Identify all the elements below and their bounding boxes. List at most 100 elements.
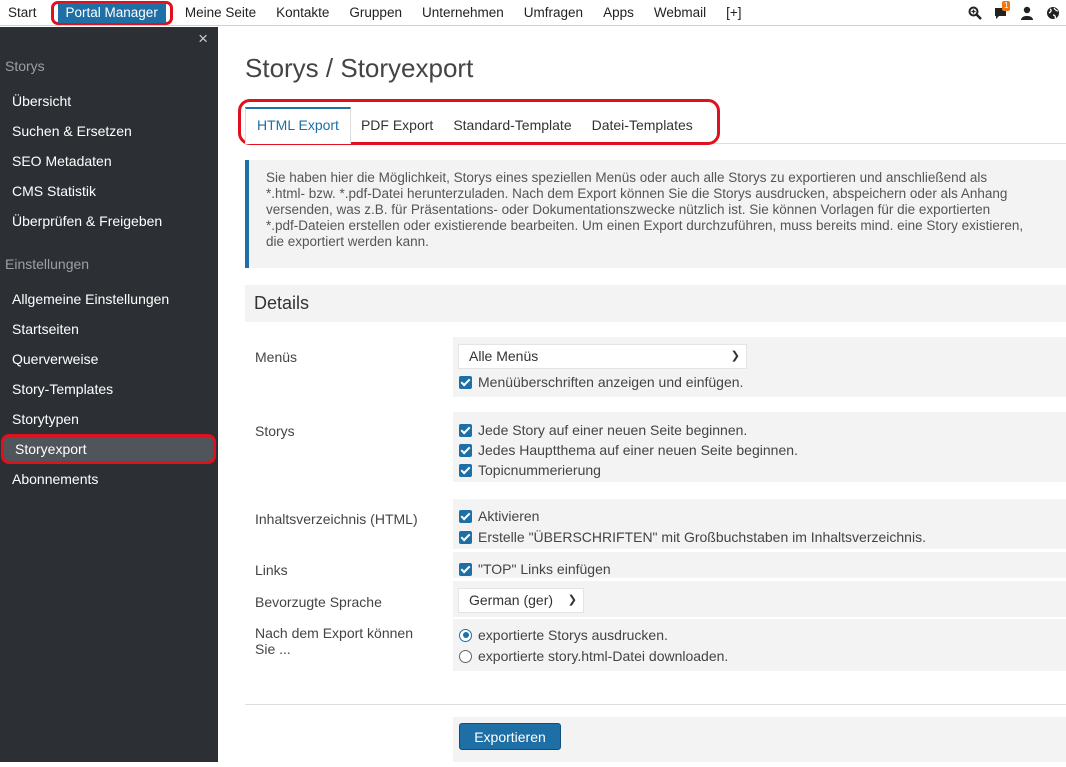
details-heading: Details: [245, 285, 1066, 322]
page-title: Storys / Storyexport: [245, 53, 474, 83]
sidebar-item-ueberpruefen[interactable]: Überprüfen & Freigeben: [0, 206, 218, 236]
tab-bar: HTML Export PDF Export Standard-Template…: [238, 99, 1066, 145]
sidebar-item-abonnements[interactable]: Abonnements: [0, 464, 218, 494]
menus-label: Menüs: [255, 349, 298, 365]
exportieren-button[interactable]: Exportieren: [459, 723, 561, 750]
after-export-label-line: Nach dem Export können: [255, 625, 413, 641]
form-divider: [245, 704, 1066, 705]
checkbox-checked[interactable]: [459, 423, 472, 437]
info-line: versenden, was z.B. für Präsentations- o…: [266, 202, 991, 217]
sidebar-item-startseiten[interactable]: Startseiten: [0, 314, 218, 344]
radio-row-download[interactable]: exportierte story.html-Datei downloaden.: [453, 646, 728, 666]
links-checkbox-row[interactable]: "TOP" Links einfügen: [453, 559, 611, 579]
globe-icon[interactable]: [1046, 6, 1060, 20]
tab-datei-templates[interactable]: Datei-Templates: [582, 107, 703, 143]
info-line: Sie haben hier die Möglichkeit, Storys e…: [266, 170, 988, 185]
sidebar-item-suchen-ersetzen[interactable]: Suchen & Ersetzen: [0, 116, 218, 146]
info-line: *.html- bzw. *.pdf-Datei herunterzuladen…: [266, 186, 1008, 201]
after-export-label: Nach dem Export können Sie ...: [255, 625, 413, 657]
tab-pdf-export[interactable]: PDF Export: [351, 107, 443, 143]
language-label: Bevorzugte Sprache: [255, 594, 382, 610]
nav-umfragen[interactable]: Umfragen: [514, 0, 593, 26]
nav-apps[interactable]: Apps: [593, 0, 644, 26]
menus-select-value: Alle Menüs: [469, 348, 539, 364]
radio-selected[interactable]: [459, 628, 472, 642]
nav-kontakte[interactable]: Kontakte: [266, 0, 339, 26]
sidebar-section-einstellungen: Einstellungen: [5, 256, 90, 272]
toc-panel: Aktivieren Erstelle "ÜBERSCHRIFTEN" mit …: [453, 499, 1066, 549]
main-nav: Start Portal Manager Meine Seite Kontakt…: [0, 0, 752, 26]
close-icon[interactable]: ×: [198, 29, 208, 49]
portal-manager-highlight: Portal Manager: [50, 0, 173, 25]
storys-checkbox-label: Jede Story auf einer neuen Seite beginne…: [478, 422, 748, 438]
menus-select[interactable]: Alle Menüs ❯: [458, 344, 747, 369]
sidebar-item-seo-metadaten[interactable]: SEO Metadaten: [0, 146, 218, 176]
sidebar-item-querverweise[interactable]: Querverweise: [0, 344, 218, 374]
storys-panel: Jede Story auf einer neuen Seite beginne…: [453, 412, 1066, 482]
notification-badge: 1: [1002, 1, 1011, 11]
toc-checkbox-label: Erstelle "ÜBERSCHRIFTEN" mit Großbuchsta…: [478, 529, 926, 545]
user-icon[interactable]: [1020, 6, 1034, 20]
language-select[interactable]: German (ger) ❯: [458, 588, 584, 613]
checkbox-checked[interactable]: [459, 509, 472, 523]
menus-checkbox-row[interactable]: Menüüberschriften anzeigen und einfügen.: [453, 372, 743, 392]
tab-standard-template[interactable]: Standard-Template: [443, 107, 581, 143]
toc-label: Inhaltsverzeichnis (HTML): [255, 511, 418, 527]
radio-unselected[interactable]: [459, 649, 472, 663]
links-label: Links: [255, 562, 288, 578]
language-select-value: German (ger): [469, 592, 554, 608]
nav-portal-manager[interactable]: Portal Manager: [57, 2, 166, 23]
menus-checkbox-label: Menüüberschriften anzeigen und einfügen.: [478, 374, 744, 390]
radio-row-print[interactable]: exportierte Storys ausdrucken.: [453, 625, 668, 645]
sidebar-item-allgemeine-einstellungen[interactable]: Allgemeine Einstellungen: [0, 284, 218, 314]
toc-checkbox-label: Aktivieren: [478, 508, 540, 524]
menus-panel: Alle Menüs ❯ Menüüberschriften anzeigen …: [453, 337, 1066, 397]
storys-checkbox-label: Topicnummerierung: [478, 462, 601, 478]
info-line: *.pdf-Dateien erstellen oder existierend…: [266, 218, 1024, 233]
sidebar: × Storys Übersicht Suchen & Ersetzen SEO…: [0, 27, 218, 762]
toc-checkbox-row[interactable]: Erstelle "ÜBERSCHRIFTEN" mit Großbuchsta…: [453, 527, 926, 547]
sidebar-section-storys: Storys: [5, 58, 45, 74]
info-line: die exportiert werden kann.: [266, 234, 429, 249]
submit-panel: Exportieren: [453, 717, 1066, 762]
storys-label: Storys: [255, 423, 295, 439]
search-icon[interactable]: [968, 6, 982, 20]
storys-checkbox-row[interactable]: Jedes Hauptthema auf einer neuen Seite b…: [453, 440, 798, 460]
links-panel: "TOP" Links einfügen: [453, 552, 1066, 578]
checkbox-checked[interactable]: [459, 443, 472, 457]
tab-html-export[interactable]: HTML Export: [245, 107, 351, 144]
chevron-down-icon: ❯: [567, 594, 577, 606]
main-content: Storys / Storyexport HTML Export PDF Exp…: [238, 27, 1066, 767]
checkbox-checked[interactable]: [459, 375, 472, 389]
sidebar-item-storytypen[interactable]: Storytypen: [0, 404, 218, 434]
sidebar-item-story-templates[interactable]: Story-Templates: [0, 374, 218, 404]
chevron-down-icon: ❯: [730, 350, 740, 362]
top-icons: 1: [968, 0, 1060, 26]
radio-label-download: exportierte story.html-Datei downloaden.: [478, 648, 729, 664]
storys-checkbox-label: Jedes Hauptthema auf einer neuen Seite b…: [478, 442, 798, 458]
nav-meine-seite[interactable]: Meine Seite: [175, 0, 266, 26]
sidebar-item-cms-statistik[interactable]: CMS Statistik: [0, 176, 218, 206]
info-box: Sie haben hier die Möglichkeit, Storys e…: [245, 160, 1066, 268]
storys-checkbox-row[interactable]: Topicnummerierung: [453, 460, 601, 480]
language-panel: German (ger) ❯: [453, 581, 1066, 617]
chat-icon[interactable]: 1: [994, 1, 1011, 20]
nav-gruppen[interactable]: Gruppen: [339, 0, 412, 26]
radio-label-print: exportierte Storys ausdrucken.: [478, 627, 668, 643]
storys-checkbox-row[interactable]: Jede Story auf einer neuen Seite beginne…: [453, 420, 747, 440]
after-export-label-line: Sie ...: [255, 641, 291, 657]
toc-checkbox-row[interactable]: Aktivieren: [453, 506, 539, 526]
checkbox-checked[interactable]: [459, 463, 472, 477]
details-form: Menüs Alle Menüs ❯ Menüüberschriften anz…: [245, 322, 1066, 767]
top-navbar: Start Portal Manager Meine Seite Kontakt…: [0, 0, 1066, 26]
sidebar-item-storyexport[interactable]: Storyexport: [1, 434, 216, 464]
nav-webmail[interactable]: Webmail: [644, 0, 716, 26]
links-checkbox-label: "TOP" Links einfügen: [478, 561, 611, 577]
checkbox-checked[interactable]: [459, 562, 472, 576]
checkbox-checked[interactable]: [459, 530, 472, 544]
nav-more[interactable]: [+]: [716, 0, 751, 26]
sidebar-item-uebersicht[interactable]: Übersicht: [0, 86, 218, 116]
nav-unternehmen[interactable]: Unternehmen: [412, 0, 514, 26]
after-export-panel: exportierte Storys ausdrucken. exportier…: [453, 619, 1066, 671]
nav-start[interactable]: Start: [0, 0, 47, 26]
